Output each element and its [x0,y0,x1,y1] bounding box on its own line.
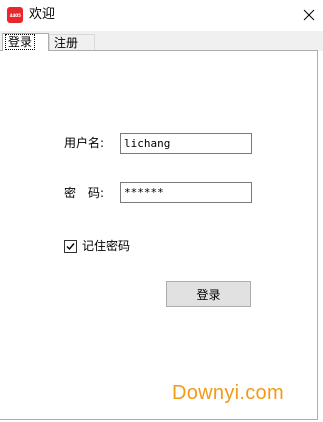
title-bar: 4405 欢迎 [0,0,323,31]
close-button[interactable] [295,0,323,30]
watermark-logo: Downyi.com [172,382,284,404]
checkmark-icon [66,242,75,250]
tab-register[interactable]: 注册 [49,34,95,51]
tab-register-label: 注册 [54,36,79,50]
close-icon [303,9,315,21]
window-title: 欢迎 [29,7,56,22]
username-field[interactable] [120,133,252,154]
login-panel: 用户名: 密 码: 记住密码 登录 [0,51,318,420]
remember-password-checkbox[interactable]: 记住密码 [64,238,130,254]
app-icon: 4405 [7,7,23,23]
password-field[interactable] [120,182,252,203]
checkbox-box[interactable] [64,239,77,253]
tab-login[interactable]: 登录 [2,33,49,51]
username-label: 用户名: [64,136,105,150]
tab-strip: 登录 注册 [0,31,323,51]
password-label: 密 码: [64,186,105,200]
remember-password-label: 记住密码 [82,239,131,253]
login-window: 4405 欢迎 登录 注册 用户名: 密 码: 记住密码 [0,0,323,422]
tab-login-label: 登录 [5,34,36,50]
login-button[interactable]: 登录 [166,281,251,307]
